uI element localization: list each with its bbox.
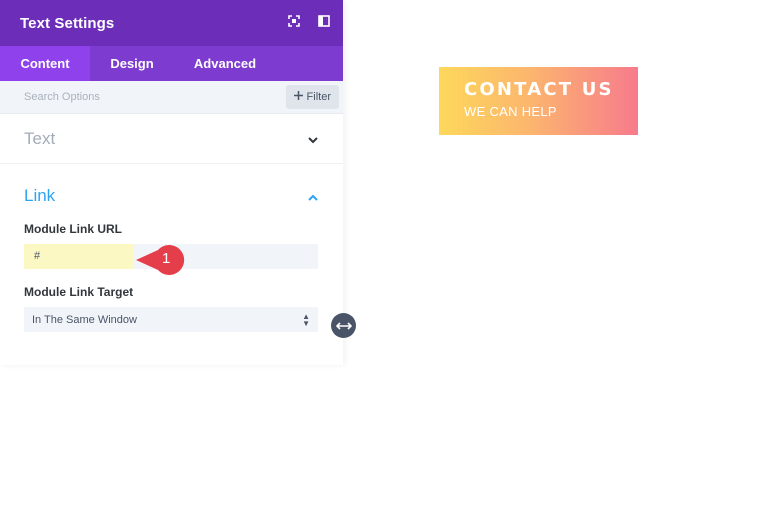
chevron-down-icon xyxy=(307,133,319,145)
module-link-target-label: Module Link Target xyxy=(24,285,134,299)
plus-icon xyxy=(293,91,303,103)
link-section-title: Link xyxy=(24,186,56,205)
tab-design[interactable]: Design xyxy=(90,46,174,81)
panel-title: Text Settings xyxy=(20,14,115,32)
tab-advanced[interactable]: Advanced xyxy=(174,46,276,81)
preview-subtitle: WE CAN HELP xyxy=(464,104,557,119)
horizontal-arrows-icon xyxy=(335,321,352,330)
sidebar-toggle-icon[interactable] xyxy=(317,14,331,28)
chevron-up-icon xyxy=(307,191,319,203)
filter-label: Filter xyxy=(306,91,331,103)
url-highlight xyxy=(24,244,134,269)
link-section: Link Module Link URL # Module Link Targe… xyxy=(0,164,343,529)
module-link-url-label: Module Link URL xyxy=(24,222,122,236)
preview-title: CONTACT US xyxy=(464,79,614,100)
tab-bar: Content Design Advanced xyxy=(0,46,343,81)
target-value: In The Same Window xyxy=(32,313,137,326)
tab-content[interactable]: Content xyxy=(0,46,90,81)
search-bar: Filter xyxy=(0,81,343,114)
header-icons xyxy=(287,14,331,28)
select-arrows-icon: ▲ ▼ xyxy=(302,312,310,328)
url-value: # xyxy=(34,250,41,262)
resize-handle[interactable] xyxy=(331,313,356,338)
search-input[interactable] xyxy=(24,91,224,103)
link-section-header[interactable]: Link xyxy=(24,186,319,206)
panel-header: Text Settings xyxy=(0,0,343,46)
module-link-target-select[interactable]: In The Same Window ▲ ▼ xyxy=(24,307,318,332)
settings-panel: Text Settings Content Design Advanced Fi… xyxy=(0,0,343,365)
text-section-title: Text xyxy=(24,128,56,148)
annotation-number: 1 xyxy=(162,250,171,267)
expand-icon[interactable] xyxy=(287,14,301,28)
text-section-toggle[interactable]: Text xyxy=(0,114,343,164)
contact-button-preview[interactable]: CONTACT US WE CAN HELP xyxy=(439,67,638,135)
filter-button[interactable]: Filter xyxy=(285,85,339,109)
